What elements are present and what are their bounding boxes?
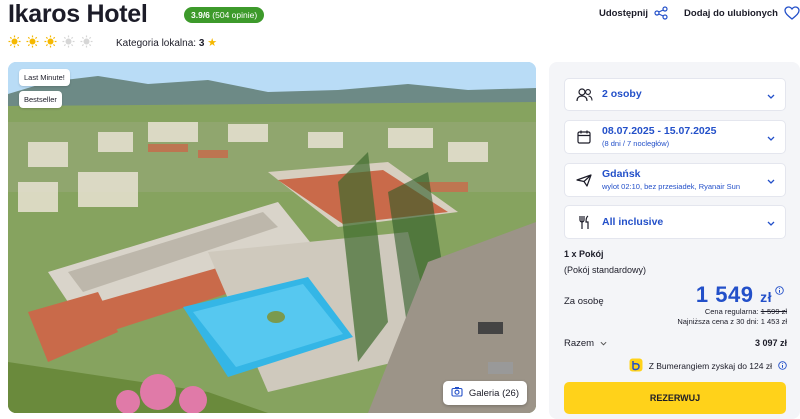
booking-panel: 2 osoby 08.07.2025 - 15.07.2025 (8 dni /… <box>549 62 800 419</box>
info-icon[interactable] <box>778 360 787 372</box>
users-icon <box>575 87 593 102</box>
last-minute-badge: Last Minute! <box>19 69 70 86</box>
sun-icon <box>44 35 57 48</box>
chevron-down-icon <box>767 128 775 146</box>
share-icon <box>654 6 668 20</box>
share-label: Udostępnij <box>598 7 649 19</box>
chevron-down-icon <box>767 213 775 231</box>
guests-select[interactable]: 2 osoby <box>564 78 786 111</box>
bumerang-info: Z Bumerangiem zyskaj do 124 zł <box>629 358 787 374</box>
bumerang-logo-icon <box>629 358 643 374</box>
sun-icon <box>62 35 75 48</box>
dates-value: 08.07.2025 - 15.07.2025 <box>602 124 717 137</box>
lowest-price-30d: Najniższa cena z 30 dni: 1 453 zł <box>677 317 787 326</box>
rating-count: (504 opinie) <box>212 10 258 20</box>
dates-detail: (8 dni / 7 nocległów) <box>602 138 670 148</box>
category-value: 3 <box>198 38 205 49</box>
price-value: 1 549 <box>695 282 754 307</box>
sun-icon <box>80 35 93 48</box>
rating-score: 3.9/6 <box>191 10 210 20</box>
total-label: Razem <box>564 338 595 349</box>
dates-select[interactable]: 08.07.2025 - 15.07.2025 (8 dni / 7 nocle… <box>564 120 786 154</box>
board-select[interactable]: All inclusive <box>564 205 786 239</box>
sun-rating <box>8 35 93 48</box>
local-category: Kategoria lokalna: 3 ★ <box>116 36 217 49</box>
gallery-label: Galeria (26) <box>468 387 519 399</box>
total-value: 3 097 zł <box>754 338 787 348</box>
star-icon: ★ <box>207 37 218 49</box>
hotel-aerial-image <box>8 62 536 413</box>
favorite-button[interactable]: Dodaj do ulubionych <box>684 6 800 20</box>
hotel-photo[interactable]: Last Minute! Bestseller Galeria (26) <box>8 62 536 413</box>
header-actions: Udostępnij Dodaj do ulubionych <box>583 6 800 20</box>
gallery-button[interactable]: Galeria (26) <box>442 381 527 405</box>
category-label: Kategoria lokalna: <box>116 38 197 49</box>
room-count: 1 x Pokój <box>564 249 604 259</box>
plane-icon <box>575 173 593 187</box>
per-person-label: Za osobę <box>564 296 604 307</box>
total-toggle[interactable]: Razem <box>564 338 607 349</box>
bumerang-text: Z Bumerangiem zyskaj do 124 zł <box>648 361 772 371</box>
bestseller-badge: Bestseller <box>19 91 62 108</box>
sun-icon <box>26 35 39 48</box>
regular-price: 1 599 zł <box>760 307 787 316</box>
camera-icon <box>451 386 463 400</box>
book-button[interactable]: REZERWUJ <box>564 382 786 414</box>
board-value: All inclusive <box>602 215 664 228</box>
rating-badge[interactable]: 3.9/6 (504 opinie) <box>184 7 265 23</box>
calendar-icon <box>575 130 593 144</box>
guests-value: 2 osoby <box>602 88 642 100</box>
departure-city: Gdańsk <box>602 167 641 180</box>
departure-detail: wylot 02:10, bez przesiadek, Ryanair Sun <box>602 181 740 191</box>
sun-icon <box>8 35 21 48</box>
price-per-person: 1 549 zł <box>696 282 772 308</box>
info-icon[interactable] <box>775 282 784 300</box>
room-type: (Pokój standardowy) <box>564 265 647 275</box>
regular-label: Cena regularna: <box>704 307 759 316</box>
chevron-down-icon <box>767 171 775 189</box>
price-currency: zł <box>760 289 772 305</box>
heart-icon <box>784 6 800 20</box>
share-button[interactable]: Udostępnij <box>599 6 668 20</box>
chevron-down-icon <box>767 86 775 104</box>
departure-select[interactable]: Gdańsk wylot 02:10, bez przesiadek, Ryan… <box>564 163 786 197</box>
hotel-name: Ikaros Hotel <box>8 0 148 28</box>
cutlery-icon <box>575 215 593 230</box>
chevron-down-icon <box>600 338 607 349</box>
regular-price-info: Cena regularna: 1 599 zł Najniższa cena … <box>677 307 787 327</box>
favorite-label: Dodaj do ulubionych <box>684 7 778 19</box>
